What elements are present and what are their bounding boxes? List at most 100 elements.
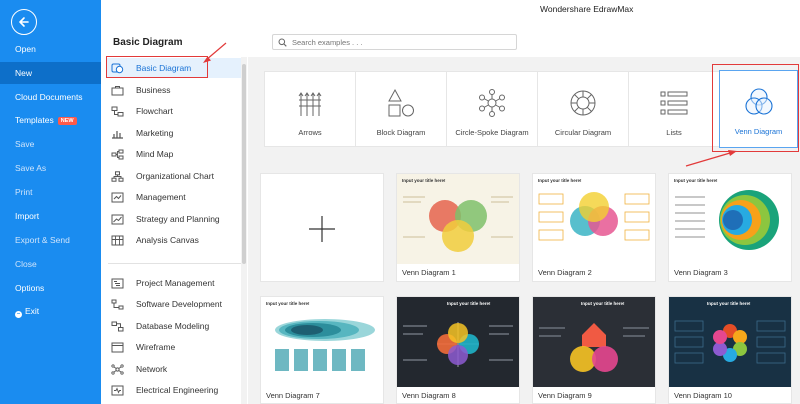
flowchart-icon (111, 106, 124, 117)
category-flowchart[interactable]: Flowchart (107, 101, 245, 121)
strategy-icon (111, 214, 124, 225)
category-label: Analysis Canvas (136, 235, 199, 245)
template-venn-3[interactable]: Input your title here! Venn Diagram 3 (668, 173, 792, 282)
category-database-modeling[interactable]: Database Modeling (107, 316, 245, 336)
template-thumbnail: Input your title here! (261, 297, 383, 387)
category-marketing[interactable]: Marketing (107, 123, 245, 143)
type-label: Circular Diagram (554, 128, 612, 137)
category-label: Electrical Engineering (136, 385, 219, 395)
type-label: Arrows (298, 128, 322, 137)
category-label: Wireframe (136, 342, 176, 352)
category-separator (108, 263, 241, 264)
menu-options[interactable]: Options (0, 277, 101, 299)
sidebar-title: Basic Diagram (113, 37, 183, 48)
category-business[interactable]: Business (107, 80, 245, 100)
mind-map-icon (111, 149, 124, 160)
electrical-engineering-icon (111, 385, 124, 396)
type-label: Lists (666, 128, 682, 137)
template-name: Venn Diagram 9 (538, 391, 592, 400)
template-name: Venn Diagram 10 (674, 391, 732, 400)
new-blank-card[interactable] (260, 173, 384, 282)
template-name: Venn Diagram 7 (266, 391, 320, 400)
search-input[interactable] (292, 37, 492, 47)
template-thumbnail: Input your title here! (669, 297, 791, 387)
org-chart-icon (111, 170, 124, 182)
category-organizational-chart[interactable]: Organizational Chart (107, 166, 245, 186)
sidebar-scroll-thumb[interactable] (242, 64, 246, 264)
menu-close[interactable]: Close (0, 253, 101, 275)
menu-save-as[interactable]: Save As (0, 157, 101, 179)
template-thumbnail: Input your title here! (533, 297, 655, 387)
menu-cloud-documents[interactable]: Cloud Documents (0, 86, 101, 108)
template-thumbnail: Input your title here! (397, 297, 519, 387)
type-circular-diagram[interactable]: Circular Diagram (537, 71, 629, 147)
template-name: Venn Diagram 1 (402, 268, 456, 277)
menu-print[interactable]: Print (0, 181, 101, 203)
management-icon (111, 192, 124, 203)
database-modeling-icon (111, 321, 124, 332)
category-mind-map[interactable]: Mind Map (107, 144, 245, 164)
wireframe-icon (111, 342, 124, 353)
category-label: Software Development (136, 299, 222, 309)
software-development-icon (111, 299, 124, 310)
category-management[interactable]: Management (107, 187, 245, 207)
category-label: Marketing (136, 128, 174, 138)
category-project-management[interactable]: Project Management (107, 273, 245, 293)
arrow-left-icon (19, 17, 29, 27)
menu-templates[interactable]: Templates NEW (0, 109, 101, 131)
bar-chart-icon (111, 128, 124, 139)
menu-templates-label: Templates (15, 115, 54, 125)
template-venn-9[interactable]: Input your title here! Venn Diagram 9 (532, 296, 656, 404)
category-label: Database Modeling (136, 321, 210, 331)
template-venn-2[interactable]: Input your title here! Venn Diagram 2 (532, 173, 656, 282)
network-icon (111, 363, 124, 375)
category-label: Flowchart (136, 106, 173, 116)
briefcase-icon (111, 85, 124, 96)
menu-exit-label: Exit (25, 306, 40, 316)
menu-import[interactable]: Import (0, 205, 101, 227)
type-lists[interactable]: Lists (628, 71, 720, 147)
template-venn-1[interactable]: Input your title here! Venn Diagram 1 (396, 173, 520, 282)
new-badge: NEW (57, 117, 77, 125)
category-label: Project Management (136, 278, 215, 288)
menu-export-send[interactable]: Export & Send (0, 229, 101, 251)
type-label: Circle-Spoke Diagram (455, 128, 529, 137)
block-diagram-icon (386, 80, 416, 125)
search-box[interactable] (272, 34, 517, 50)
project-management-icon (111, 278, 124, 289)
template-thumbnail: Input your title here! (669, 174, 791, 264)
template-name: Venn Diagram 2 (538, 268, 592, 277)
search-icon (278, 38, 287, 47)
category-label: Business (136, 85, 171, 95)
menu-save[interactable]: Save (0, 133, 101, 155)
analysis-canvas-icon (111, 235, 124, 246)
menu-exit[interactable]: – Exit (0, 300, 101, 322)
category-label: Organizational Chart (136, 171, 214, 181)
category-analysis-canvas[interactable]: Analysis Canvas (107, 230, 245, 250)
type-arrows[interactable]: Arrows (264, 71, 356, 147)
category-label: Management (136, 192, 186, 202)
template-venn-8[interactable]: Input your title here! Venn Diagram 8 (396, 296, 520, 404)
type-label: Block Diagram (376, 128, 426, 137)
template-name: Venn Diagram 8 (402, 391, 456, 400)
category-electrical-engineering[interactable]: Electrical Engineering (107, 380, 245, 400)
category-software-development[interactable]: Software Development (107, 294, 245, 314)
type-block-diagram[interactable]: Block Diagram (355, 71, 447, 147)
category-wireframe[interactable]: Wireframe (107, 337, 245, 357)
back-button[interactable] (11, 9, 37, 35)
exit-icon: – (15, 311, 22, 318)
annotation-arrow-venn-diagram (685, 150, 737, 167)
category-network[interactable]: Network (107, 359, 245, 379)
category-label: Strategy and Planning (136, 214, 220, 224)
template-venn-7[interactable]: Input your title here! Venn Diagram 7 (260, 296, 384, 404)
annotation-box-venn-diagram (712, 64, 799, 152)
plus-icon (309, 216, 335, 242)
annotation-box-basic-diagram (106, 56, 208, 78)
template-venn-10[interactable]: Input your title here! Venn Diagram 10 (668, 296, 792, 404)
menu-new[interactable]: New (0, 62, 101, 84)
arrows-icon (298, 80, 322, 125)
type-circle-spoke[interactable]: Circle-Spoke Diagram (446, 71, 538, 147)
menu-open[interactable]: Open (0, 38, 101, 60)
template-thumbnail: Input your title here! (533, 174, 655, 264)
category-strategy-planning[interactable]: Strategy and Planning (107, 209, 245, 229)
